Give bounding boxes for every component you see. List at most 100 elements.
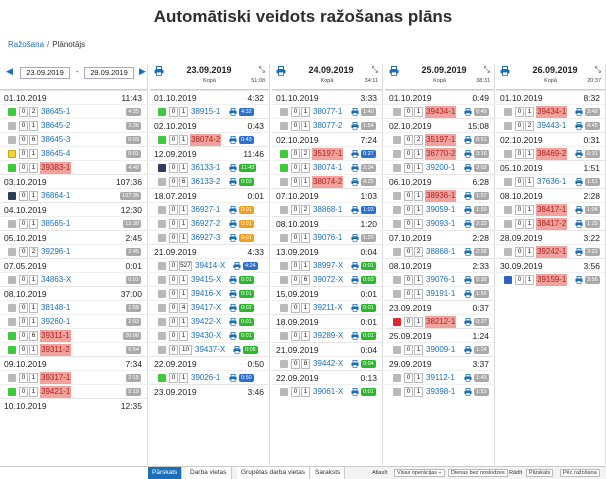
order-item[interactable]: 0 1 36864-1 107:36 [0, 188, 147, 202]
status-checkbox[interactable] [8, 122, 16, 130]
status-checkbox[interactable] [8, 192, 16, 200]
order-code-link[interactable]: 38645-1 [40, 106, 71, 118]
print-icon[interactable] [154, 66, 164, 76]
status-checkbox[interactable] [393, 346, 401, 354]
status-checkbox[interactable] [158, 178, 166, 186]
order-item[interactable]: 0 1 39093-1 2:33 [385, 216, 494, 230]
order-item[interactable]: 0 1 39289-X 0:01 [272, 328, 382, 342]
status-checkbox[interactable] [280, 150, 288, 158]
order-item[interactable]: 0 1 38417-1 1:04 [496, 202, 605, 216]
order-code-link[interactable]: 38417-1 [536, 204, 568, 216]
status-checkbox[interactable] [280, 262, 288, 270]
print-icon[interactable] [229, 108, 237, 116]
status-checkbox[interactable] [8, 388, 16, 396]
order-item[interactable]: 0 1 39191-1 1:56 [385, 286, 494, 300]
status-checkbox[interactable] [8, 276, 16, 284]
order-code-link[interactable]: 39434-1 [536, 106, 568, 118]
order-code-link[interactable]: 38469-2 [536, 148, 568, 160]
order-code-link[interactable]: 39093-1 [425, 218, 456, 230]
order-item[interactable]: 0 1 39317-1 2:15 [0, 370, 147, 384]
status-checkbox[interactable] [158, 374, 166, 382]
status-checkbox[interactable] [504, 122, 512, 130]
order-code-link[interactable]: 39059-1 [425, 204, 456, 216]
order-item[interactable]: 0 1 39242-1 3:22 [496, 244, 605, 258]
print-icon[interactable] [229, 304, 237, 312]
order-code-link[interactable]: 39311-2 [40, 344, 71, 356]
status-checkbox[interactable] [504, 108, 512, 116]
status-checkbox[interactable] [393, 220, 401, 228]
status-checkbox[interactable] [280, 234, 288, 242]
order-code-link[interactable]: 39415-X [190, 274, 222, 286]
status-checkbox[interactable] [8, 108, 16, 116]
tab-grouped-workplaces[interactable]: Grupētas darba vietas [237, 467, 310, 479]
status-checkbox[interactable] [280, 388, 288, 396]
print-icon[interactable] [464, 290, 472, 298]
order-code-link[interactable]: 39191-1 [425, 288, 456, 300]
date-to-input[interactable]: 29.09.2019 [84, 67, 134, 79]
order-item[interactable]: 0 1 34863-X 0:01 [0, 272, 147, 286]
print-icon[interactable] [464, 318, 472, 326]
status-checkbox[interactable] [8, 374, 16, 382]
tab-workplaces[interactable]: Darba vietas [186, 467, 232, 479]
order-code-link[interactable]: 38645-3 [40, 134, 71, 146]
view-select[interactable]: Pārskats [526, 467, 554, 479]
order-item[interactable]: 0 2 35197-1 8:51 [385, 132, 494, 146]
order-item[interactable]: 0 1 38565-1 12:30 [0, 216, 147, 230]
status-checkbox[interactable] [280, 360, 288, 368]
order-code-link[interactable]: 38936-1 [425, 190, 457, 202]
status-checkbox[interactable] [393, 192, 401, 200]
order-item[interactable]: 0 6 39311-1 26:06 [0, 328, 147, 342]
status-checkbox[interactable] [393, 318, 401, 326]
order-item[interactable]: 0 1 39076-1 0:38 [385, 272, 494, 286]
print-icon[interactable] [276, 66, 286, 76]
order-item[interactable]: 0 1 38074-2 4:25 [272, 174, 382, 188]
order-code-link[interactable]: 38868-1 [312, 204, 343, 216]
breadcrumb-root-link[interactable]: Ražošana [8, 40, 44, 49]
order-code-link[interactable]: 39442-X [312, 358, 344, 370]
expand-arrows-icon[interactable]: ⤡ [259, 65, 265, 75]
order-code-link[interactable]: 39383-1 [40, 162, 72, 174]
order-code-link[interactable]: 38077-2 [312, 120, 343, 132]
print-icon[interactable] [464, 192, 472, 200]
order-code-link[interactable]: 35197-1 [312, 148, 344, 160]
order-code-link[interactable]: 39443-1 [536, 120, 567, 132]
order-code-link[interactable]: 35197-1 [425, 134, 457, 146]
order-item[interactable]: 0 1 38077-1 1:40 [272, 104, 382, 118]
status-checkbox[interactable] [393, 136, 401, 144]
order-item[interactable]: 0 1 39059-1 1:59 [385, 202, 494, 216]
order-code-link[interactable]: 38074-2 [190, 134, 222, 146]
expand-arrows-icon[interactable]: ⤡ [484, 65, 490, 75]
order-code-link[interactable]: 39242-1 [536, 246, 568, 258]
status-checkbox[interactable] [504, 276, 512, 284]
print-icon[interactable] [351, 388, 359, 396]
order-item[interactable]: 0 1 39430-X 0:01 [150, 328, 269, 342]
order-item[interactable]: 0 2 35197-1 0:27 [272, 146, 382, 160]
order-item[interactable]: 0 10 39437-X 0:05 [150, 342, 269, 356]
order-code-link[interactable]: 36770-2 [425, 148, 457, 160]
order-code-link[interactable]: 34863-X [40, 274, 72, 286]
order-item[interactable]: 0 1 39416-X 0:01 [150, 286, 269, 300]
order-item[interactable]: 0 1 38645-2 2:26 [0, 118, 147, 132]
status-checkbox[interactable] [393, 164, 401, 172]
order-code-link[interactable]: 38915-1 [190, 106, 221, 118]
order-code-link[interactable]: 38074-1 [312, 162, 343, 174]
status-checkbox[interactable] [158, 164, 166, 172]
status-checkbox[interactable] [280, 304, 288, 312]
status-checkbox[interactable] [280, 276, 288, 284]
order-item[interactable]: 0 1 38077-2 1:54 [272, 118, 382, 132]
order-item[interactable]: 0 6 39072-X 0:03 [272, 272, 382, 286]
order-item[interactable]: 0 2 38868-1 2:28 [385, 244, 494, 258]
status-checkbox[interactable] [8, 136, 16, 144]
order-code-link[interactable]: 39289-X [312, 330, 344, 342]
print-icon[interactable] [464, 276, 472, 284]
order-item[interactable]: 0 1 38936-1 1:57 [385, 188, 494, 202]
order-item[interactable]: 0 1 38469-2 0:31 [496, 146, 605, 160]
print-icon[interactable] [233, 262, 241, 270]
status-checkbox[interactable] [393, 150, 401, 158]
status-checkbox[interactable] [158, 276, 166, 284]
status-checkbox[interactable] [393, 206, 401, 214]
order-item[interactable]: 0 2 38868-1 1:03 [272, 202, 382, 216]
order-item[interactable]: 0 1 38212-1 0:37 [385, 314, 494, 328]
order-code-link[interactable]: 39061-X [312, 386, 344, 398]
print-icon[interactable] [351, 150, 359, 158]
